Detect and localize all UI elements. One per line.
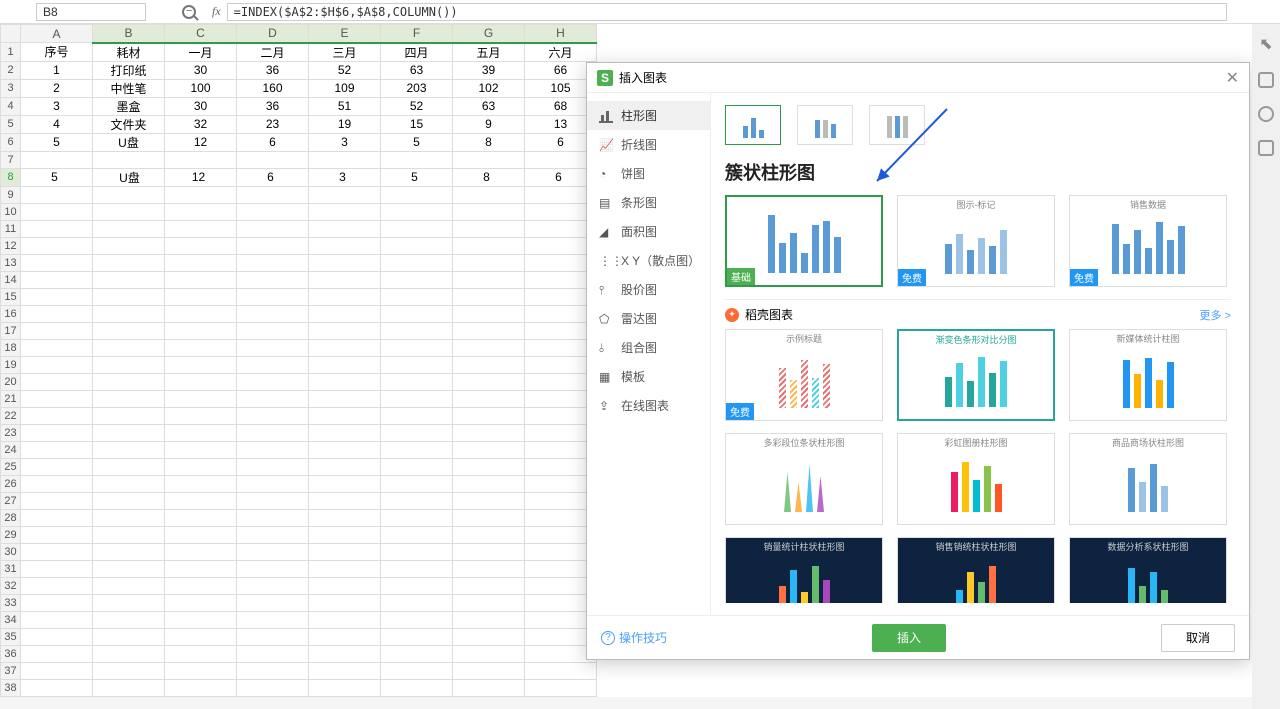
daoke-icon: ✦ — [725, 308, 739, 322]
chart-thumb[interactable]: 新媒体统计柱图 — [1069, 329, 1227, 421]
chart-thumb-basic[interactable]: 基础 — [725, 195, 883, 287]
subtype-stacked[interactable] — [797, 105, 853, 145]
online-chart-icon: ⇪ — [599, 399, 613, 413]
scatter-chart-icon: ⋮⋮ — [599, 254, 613, 268]
badge-basic: 基础 — [727, 268, 755, 285]
radar-chart-icon: ⬠ — [599, 312, 613, 326]
stock-chart-icon: ⫯ — [599, 283, 613, 297]
tips-link[interactable]: ?操作技巧 — [601, 629, 667, 646]
col-header[interactable]: F — [381, 25, 453, 43]
row-header[interactable]: 3 — [1, 79, 21, 97]
insert-button[interactable]: 插入 — [872, 624, 946, 652]
more-link[interactable]: 更多 > — [1200, 307, 1231, 323]
area-chart-icon: ◢ — [599, 225, 613, 239]
row-header[interactable]: 6 — [1, 133, 21, 151]
close-icon[interactable]: ✕ — [1226, 68, 1239, 88]
nav-area-chart[interactable]: ◢面积图 — [587, 217, 710, 246]
insert-chart-dialog: S 插入图表 ✕ 柱形图 📈折线图 ◔饼图 ▤条形图 ◢面积图 ⋮⋮X Y（散点… — [586, 62, 1250, 660]
cancel-button[interactable]: 取消 — [1161, 624, 1235, 652]
col-header[interactable]: H — [525, 25, 597, 43]
col-header[interactable]: D — [237, 25, 309, 43]
name-box[interactable]: B8 — [36, 3, 146, 21]
rail-icon[interactable] — [1258, 72, 1274, 88]
nav-pie-chart[interactable]: ◔饼图 — [587, 159, 710, 188]
formula-input[interactable]: =INDEX($A$2:$H$6,$A$8,COLUMN()) — [227, 3, 1227, 21]
template-icon: ▦ — [599, 370, 613, 384]
dialog-title: 插入图表 — [619, 69, 667, 86]
col-header[interactable]: A — [21, 25, 93, 43]
zoom-out-icon[interactable]: − — [182, 5, 196, 19]
chart-thumb[interactable]: 彩虹图册柱形图 — [897, 433, 1055, 525]
badge-free: 免费 — [898, 269, 926, 286]
chart-type-nav: 柱形图 📈折线图 ◔饼图 ▤条形图 ◢面积图 ⋮⋮X Y（散点图） ⫯股价图 ⬠… — [587, 93, 711, 615]
cursor-icon: ⬉ — [1259, 34, 1272, 54]
chart-subtype-row — [725, 105, 1235, 145]
row-header[interactable]: 5 — [1, 115, 21, 133]
combo-chart-icon: ⫰ — [599, 341, 613, 355]
app-logo-icon: S — [597, 70, 613, 86]
nav-online-chart[interactable]: ⇪在线图表 — [587, 391, 710, 420]
nav-scatter-chart[interactable]: ⋮⋮X Y（散点图） — [587, 246, 710, 275]
subtype-clustered[interactable] — [725, 105, 781, 145]
chart-thumb[interactable]: 销售销统柱状柱形图 — [897, 537, 1055, 603]
formula-bar: B8 − fx =INDEX($A$2:$H$6,$A$8,COLUMN()) — [0, 0, 1280, 24]
daoke-label: 稻壳图表 — [745, 306, 793, 323]
pie-chart-icon: ◔ — [599, 167, 613, 181]
chart-thumb[interactable]: 数据分析系状柱形图 — [1069, 537, 1227, 603]
chart-thumb[interactable]: 多彩段位条状柱形图 — [725, 433, 883, 525]
nav-stock-chart[interactable]: ⫯股价图 — [587, 275, 710, 304]
rail-icon[interactable] — [1258, 106, 1274, 122]
line-chart-icon: 📈 — [599, 138, 613, 152]
fx-icon[interactable]: fx — [212, 4, 221, 19]
nav-bar-chart[interactable]: ▤条形图 — [587, 188, 710, 217]
col-header[interactable]: C — [165, 25, 237, 43]
chart-thumb[interactable]: 销售数据 免费 — [1069, 195, 1227, 287]
row-header[interactable]: 1 — [1, 43, 21, 62]
subtype-percent[interactable] — [869, 105, 925, 145]
col-header[interactable]: E — [309, 25, 381, 43]
nav-combo-chart[interactable]: ⫰组合图 — [587, 333, 710, 362]
row-header[interactable]: 2 — [1, 61, 21, 79]
chart-section-title: 簇状柱形图 — [725, 159, 1235, 185]
nav-radar-chart[interactable]: ⬠雷达图 — [587, 304, 710, 333]
chart-thumb[interactable]: 销量统计柱状柱形图 — [725, 537, 883, 603]
bar-chart-icon — [599, 109, 613, 123]
hbar-chart-icon: ▤ — [599, 196, 613, 210]
badge-free: 免费 — [1070, 269, 1098, 286]
nav-line-chart[interactable]: 📈折线图 — [587, 130, 710, 159]
right-side-rail: ⬉ — [1252, 24, 1280, 709]
chart-thumb[interactable]: 示例标题 免费 — [725, 329, 883, 421]
rail-icon[interactable] — [1258, 140, 1274, 156]
chart-thumb[interactable]: 图示-标记 免费 — [897, 195, 1055, 287]
row-header[interactable]: 4 — [1, 97, 21, 115]
row-header[interactable]: 7 — [1, 151, 21, 168]
row-header[interactable]: 8 — [1, 168, 21, 186]
col-header[interactable]: B — [93, 25, 165, 43]
chart-thumb[interactable]: 渐变色条形对比分图 — [897, 329, 1055, 421]
chart-thumb[interactable]: 商品商场状柱形图 — [1069, 433, 1227, 525]
nav-template[interactable]: ▦模板 — [587, 362, 710, 391]
col-header[interactable]: G — [453, 25, 525, 43]
help-icon: ? — [601, 631, 615, 645]
badge-free: 免费 — [726, 403, 754, 420]
nav-column-chart[interactable]: 柱形图 — [587, 101, 710, 130]
